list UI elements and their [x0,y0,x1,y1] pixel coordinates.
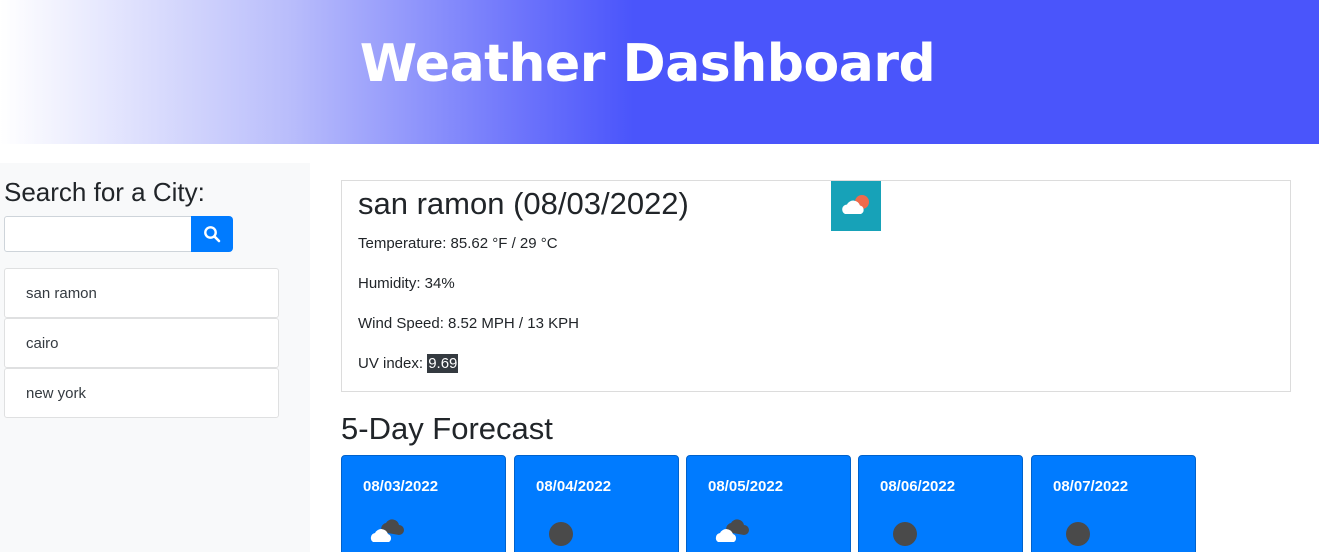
forecast-card: 08/04/2022 [514,455,679,552]
forecast-card: 08/03/2022 [341,455,506,552]
current-weather-icon-box [831,181,881,231]
forecast-card: 08/06/2022 [858,455,1023,552]
search-input[interactable] [4,216,192,252]
temperature-text: Temperature: 85.62 °F / 29 °C [358,235,558,252]
uv-index-row: UV index: 9.69 [358,354,459,374]
search-title: Search for a City: [4,177,205,207]
search-icon [204,226,221,243]
forecast-card: 08/05/2022 [686,455,851,552]
overcast-icon [549,522,573,546]
overcast-icon [1066,522,1090,546]
city-history-item[interactable]: san ramon [4,268,279,318]
wind-speed-text: Wind Speed: 8.52 MPH / 13 KPH [358,315,579,332]
uv-index-badge: 9.69 [427,354,459,373]
city-history-item[interactable]: new york [4,368,279,418]
overcast-icon [893,522,917,546]
forecast-date: 08/04/2022 [536,478,612,495]
forecast-date: 08/05/2022 [708,478,784,495]
city-history-list: san ramon cairo new york [4,268,279,418]
forecast-title: 5-Day Forecast [341,411,553,446]
search-button[interactable] [191,216,233,252]
city-history-item[interactable]: cairo [4,318,279,368]
forecast-date: 08/03/2022 [363,478,439,495]
forecast-card: 08/07/2022 [1031,455,1196,552]
current-city-title: san ramon (08/03/2022) [358,186,689,221]
broken-clouds-icon [715,519,749,542]
forecast-date: 08/07/2022 [1053,478,1129,495]
broken-clouds-icon [370,519,404,542]
forecast-date: 08/06/2022 [880,478,956,495]
sidebar: Search for a City: san ramon cairo new y… [0,163,310,552]
page-title: Weather Dashboard [359,34,936,94]
current-weather-card: san ramon (08/03/2022) Temperature: 85.6… [341,180,1291,392]
humidity-text: Humidity: 34% [358,275,455,292]
uv-index-label: UV index: [358,355,428,372]
page-header: Weather Dashboard [0,0,1319,144]
partly-cloudy-day-icon [842,195,869,214]
